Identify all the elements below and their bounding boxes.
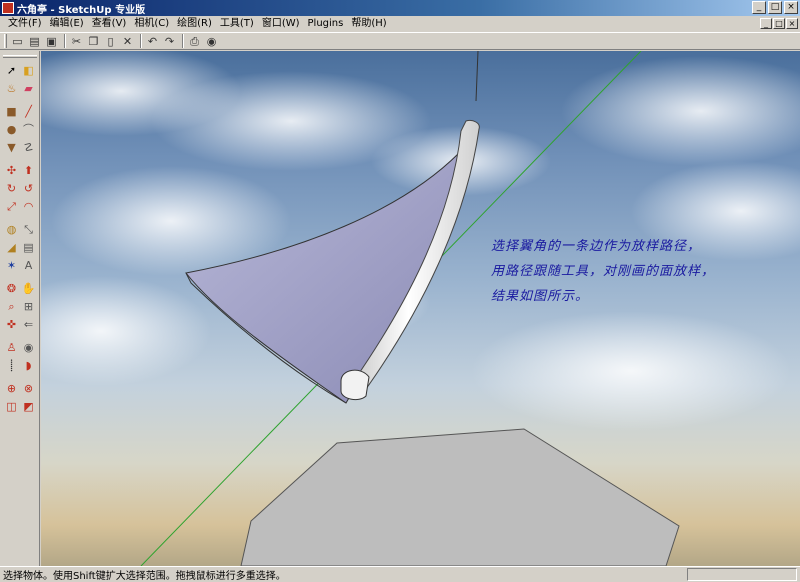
doc-restore-button[interactable]: □ bbox=[773, 18, 785, 29]
protractor-icon[interactable]: ◢ bbox=[4, 240, 19, 255]
tube-end-cap bbox=[340, 369, 370, 401]
offset-icon[interactable]: ◠ bbox=[21, 199, 36, 214]
share-component-icon[interactable]: ◫ bbox=[4, 399, 19, 414]
copy-icon[interactable]: ❐ bbox=[86, 34, 101, 49]
line-icon[interactable]: ╱ bbox=[21, 104, 36, 119]
menu-help[interactable]: 帮助(H) bbox=[347, 17, 390, 31]
position-camera-icon[interactable]: ♙ bbox=[4, 340, 19, 355]
annotation-line: 选择翼角的一条边作为放样路径， bbox=[491, 239, 702, 254]
menu-plugins[interactable]: Plugins bbox=[304, 17, 348, 31]
close-button[interactable]: × bbox=[784, 1, 798, 14]
measurements-box[interactable] bbox=[687, 568, 797, 581]
menu-tools[interactable]: 工具(T) bbox=[216, 17, 258, 31]
title-bar: 六角亭 - SketchUp 专业版 _ □ × bbox=[0, 0, 800, 16]
dimension-icon[interactable]: ⤡ bbox=[21, 222, 36, 237]
toolbar-separator bbox=[140, 34, 142, 48]
freehand-icon[interactable]: ☡ bbox=[21, 140, 36, 155]
standard-toolbar: ▭ ▤ ▣ ✂ ❐ ▯ ✕ ↶ ↷ ⎙ ◉ bbox=[0, 32, 800, 50]
menu-bar: 文件(F) 编辑(E) 查看(V) 相机(C) 绘图(R) 工具(T) 窗口(W… bbox=[0, 16, 800, 32]
erase-icon[interactable]: ✕ bbox=[120, 34, 135, 49]
menu-edit[interactable]: 编辑(E) bbox=[46, 17, 88, 31]
menu-draw[interactable]: 绘图(R) bbox=[173, 17, 216, 31]
select-icon[interactable]: ➚ bbox=[4, 63, 19, 78]
cut-icon[interactable]: ✂ bbox=[69, 34, 84, 49]
window-controls: _ □ × bbox=[752, 1, 798, 14]
follow-me-icon[interactable]: ↺ bbox=[21, 181, 36, 196]
zoom-extents-icon[interactable]: ✜ bbox=[4, 317, 19, 332]
maximize-button[interactable]: □ bbox=[768, 1, 782, 14]
status-bar: 选择物体。使用Shift键扩大选择范围。拖拽鼠标进行多重选择。 bbox=[0, 566, 800, 582]
get-models-icon[interactable]: ⊕ bbox=[4, 381, 19, 396]
document-controls: _ □ × bbox=[760, 18, 798, 29]
model-info-icon[interactable]: ◉ bbox=[204, 34, 219, 49]
toolbar-separator bbox=[182, 34, 184, 48]
open-icon[interactable]: ▤ bbox=[27, 34, 42, 49]
rotate-icon[interactable]: ↻ bbox=[4, 181, 19, 196]
new-icon[interactable]: ▭ bbox=[10, 34, 25, 49]
paste-icon[interactable]: ▯ bbox=[103, 34, 118, 49]
3d-text-icon[interactable]: A bbox=[21, 258, 36, 273]
tool-palette: ➚ ◧ ♨ ▰ ■ ╱ ● ⌒ ▼ ☡ ✣ ⬆ ↻ ↺ ⤢ ◠ ◍ ⤡ ◢ ▤ ✶ A ❂ ✋ ⌕ ⊞ ✜… bbox=[0, 51, 40, 566]
menu-camera[interactable]: 相机(C) bbox=[130, 17, 173, 31]
previous-view-icon[interactable]: ⇐ bbox=[21, 317, 36, 332]
arc-icon[interactable]: ⌒ bbox=[21, 122, 36, 137]
palette-grip[interactable] bbox=[3, 55, 37, 58]
menu-window[interactable]: 窗口(W) bbox=[258, 17, 304, 31]
doc-minimize-button[interactable]: _ bbox=[760, 18, 772, 29]
eraser-icon[interactable]: ▰ bbox=[21, 81, 36, 96]
pan-icon[interactable]: ✋ bbox=[21, 281, 36, 296]
hexagon-base bbox=[240, 428, 680, 566]
push-pull-icon[interactable]: ⬆ bbox=[21, 163, 36, 178]
share-model-icon[interactable]: ⊗ bbox=[21, 381, 36, 396]
print-icon[interactable]: ⎙ bbox=[187, 34, 202, 49]
make-component-icon[interactable]: ◧ bbox=[21, 63, 36, 78]
model-viewport[interactable]: 选择翼角的一条边作为放样路径， 用路径跟随工具，对刚画的面放样， 结果如图所示。 bbox=[41, 51, 800, 566]
move-icon[interactable]: ✣ bbox=[4, 163, 19, 178]
undo-icon[interactable]: ↶ bbox=[145, 34, 160, 49]
instruction-annotation: 选择翼角的一条边作为放样路径， 用路径跟随工具，对刚画的面放样， 结果如图所示。 bbox=[491, 234, 791, 309]
blue-axis bbox=[475, 51, 479, 102]
sketchup-app-icon bbox=[2, 2, 14, 14]
rectangle-icon[interactable]: ■ bbox=[4, 104, 19, 119]
annotation-line: 结果如图所示。 bbox=[491, 289, 590, 304]
orbit-icon[interactable]: ❂ bbox=[4, 281, 19, 296]
section-plane-icon[interactable]: ◗ bbox=[21, 358, 36, 373]
paint-bucket-icon[interactable]: ♨ bbox=[4, 81, 19, 96]
status-message: 选择物体。使用Shift键扩大选择范围。拖拽鼠标进行多重选择。 bbox=[3, 571, 286, 582]
window-title: 六角亭 - SketchUp 专业版 bbox=[17, 4, 146, 16]
redo-icon[interactable]: ↷ bbox=[162, 34, 177, 49]
save-icon[interactable]: ▣ bbox=[44, 34, 59, 49]
minimize-button[interactable]: _ bbox=[752, 1, 766, 14]
doc-close-button[interactable]: × bbox=[786, 18, 798, 29]
google-earth-icon[interactable]: ◩ bbox=[21, 399, 36, 414]
text-icon[interactable]: ▤ bbox=[21, 240, 36, 255]
walk-icon[interactable]: ⸽ bbox=[4, 358, 19, 373]
toolbar-grip[interactable] bbox=[4, 34, 7, 48]
zoom-window-icon[interactable]: ⊞ bbox=[21, 299, 36, 314]
menu-view[interactable]: 查看(V) bbox=[88, 17, 131, 31]
look-around-icon[interactable]: ◉ bbox=[21, 340, 36, 355]
scale-icon[interactable]: ⤢ bbox=[4, 199, 19, 214]
axes-icon[interactable]: ✶ bbox=[4, 258, 19, 273]
circle-icon[interactable]: ● bbox=[4, 122, 19, 137]
toolbar-separator bbox=[64, 34, 66, 48]
annotation-line: 用路径跟随工具，对刚画的面放样， bbox=[491, 264, 716, 279]
polygon-icon[interactable]: ▼ bbox=[4, 140, 19, 155]
zoom-icon[interactable]: ⌕ bbox=[4, 299, 19, 314]
tape-measure-icon[interactable]: ◍ bbox=[4, 222, 19, 237]
menu-file[interactable]: 文件(F) bbox=[4, 17, 46, 31]
